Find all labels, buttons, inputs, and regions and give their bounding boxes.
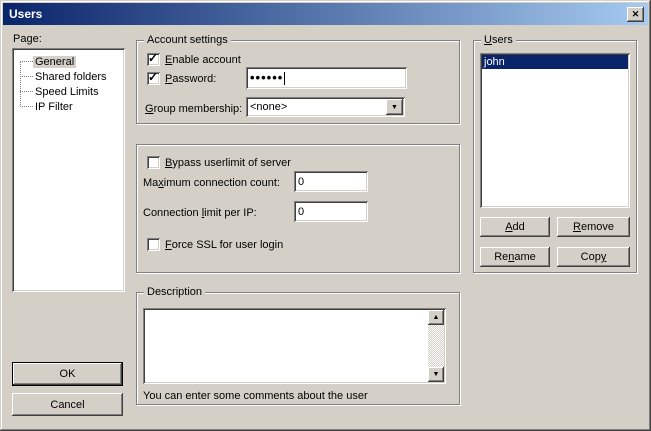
rename-user-button[interactable]: Rename — [480, 247, 550, 267]
password-input[interactable]: •••••• — [246, 67, 407, 89]
checkmark-icon: ✓ — [148, 70, 158, 84]
connection-limit-per-ip-label: Connection limit per IP: — [143, 207, 257, 220]
connection-limit-per-ip-input[interactable]: 0 — [294, 201, 368, 222]
connection-limits-group: Bypass userlimit of server Maximum conne… — [136, 144, 460, 273]
max-connection-count-label: Maximum connection count: — [143, 177, 280, 190]
description-textarea[interactable]: ▲ ▼ — [143, 308, 446, 384]
close-icon: ✕ — [632, 9, 640, 20]
tree-item-ip-filter[interactable]: IP Filter — [20, 99, 122, 114]
add-user-button[interactable]: Add — [480, 217, 550, 237]
max-connection-count-input[interactable]: 0 — [294, 171, 368, 192]
force-ssl-label[interactable]: Force SSL for user login — [165, 239, 283, 252]
description-group-title: Description — [144, 285, 205, 299]
page-tree[interactable]: General Shared folders Speed Limits IP F… — [12, 48, 125, 292]
scroll-up-button[interactable]: ▲ — [428, 310, 444, 325]
group-membership-label: Group membership: — [145, 103, 242, 116]
force-ssl-checkbox[interactable] — [147, 238, 160, 251]
text-caret — [284, 72, 285, 85]
tree-item-speed-limits[interactable]: Speed Limits — [20, 84, 122, 99]
chevron-down-icon: ▼ — [391, 104, 398, 111]
bypass-userlimit-label[interactable]: Bypass userlimit of server — [165, 157, 291, 170]
account-settings-group: Account settings ✓ Enable account ✓ Pass… — [136, 40, 460, 124]
description-hint: You can enter some comments about the us… — [143, 390, 368, 403]
tree-item-general[interactable]: General — [20, 54, 122, 69]
scroll-down-icon: ▼ — [433, 371, 440, 378]
description-group: Description ▲ ▼ You can enter some comme… — [136, 292, 460, 405]
copy-user-button[interactable]: Copy — [557, 247, 630, 267]
account-settings-group-title: Account settings — [144, 33, 231, 47]
close-button[interactable]: ✕ — [627, 7, 644, 22]
users-dialog: Users ✕ Page: General Shared folders Spe… — [0, 0, 651, 431]
page-label: Page: — [13, 33, 42, 46]
enable-account-label[interactable]: Enable account — [165, 54, 241, 67]
user-list-item-john[interactable]: john — [482, 55, 628, 69]
dropdown-button[interactable]: ▼ — [386, 99, 403, 115]
cancel-button[interactable]: Cancel — [12, 393, 123, 416]
remove-user-button[interactable]: Remove — [557, 217, 630, 237]
enable-account-checkbox[interactable]: ✓ — [147, 53, 160, 66]
title-bar[interactable]: Users ✕ — [3, 3, 648, 25]
tree-item-shared-folders[interactable]: Shared folders — [20, 69, 122, 84]
scroll-down-button[interactable]: ▼ — [428, 367, 444, 382]
checkmark-icon: ✓ — [148, 51, 158, 65]
users-group: Users john Add Remove Rename Copy — [473, 40, 637, 273]
scroll-up-icon: ▲ — [433, 314, 440, 321]
bypass-userlimit-checkbox[interactable] — [147, 156, 160, 169]
password-label[interactable]: Password: — [165, 73, 216, 86]
description-scrollbar[interactable]: ▲ ▼ — [428, 310, 444, 382]
users-group-title: Users — [481, 33, 516, 47]
users-listbox[interactable]: john — [480, 53, 630, 208]
password-checkbox[interactable]: ✓ — [147, 72, 160, 85]
window-title: Users — [9, 7, 42, 21]
ok-button[interactable]: OK — [12, 362, 123, 386]
group-membership-dropdown[interactable]: <none> ▼ — [246, 97, 405, 117]
